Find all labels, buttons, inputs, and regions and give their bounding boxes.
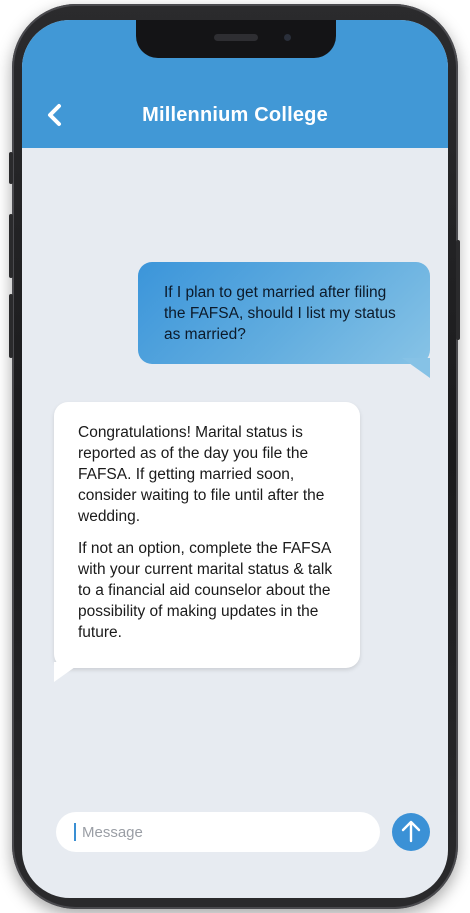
page-title: Millennium College <box>142 104 328 126</box>
message-list: If I plan to get married after filing th… <box>22 148 448 788</box>
incoming-bubble-tail <box>54 662 82 682</box>
incoming-message-paragraph: If not an option, complete the FAFSA wit… <box>78 540 333 641</box>
phone-screen: Millennium College If I plan to get marr… <box>22 20 448 898</box>
outgoing-bubble-tail <box>402 358 430 378</box>
text-cursor <box>74 823 76 841</box>
message-composer[interactable] <box>56 812 380 852</box>
message-input[interactable] <box>82 823 332 841</box>
speaker-grille <box>214 34 258 41</box>
volume-down-button <box>9 294 13 358</box>
incoming-message-bubble: Congratulations! Marital status is repor… <box>54 402 360 668</box>
outgoing-message-bubble: If I plan to get married after filing th… <box>138 262 430 364</box>
arrow-up-icon <box>401 820 421 843</box>
front-camera <box>284 34 291 41</box>
outgoing-message-text: If I plan to get married after filing th… <box>164 284 396 343</box>
send-button[interactable] <box>392 813 430 851</box>
power-button <box>456 240 460 340</box>
notch <box>136 20 336 58</box>
incoming-message-paragraph: Congratulations! Marital status is repor… <box>78 424 325 525</box>
volume-up-button <box>9 214 13 278</box>
silent-switch <box>9 152 13 184</box>
